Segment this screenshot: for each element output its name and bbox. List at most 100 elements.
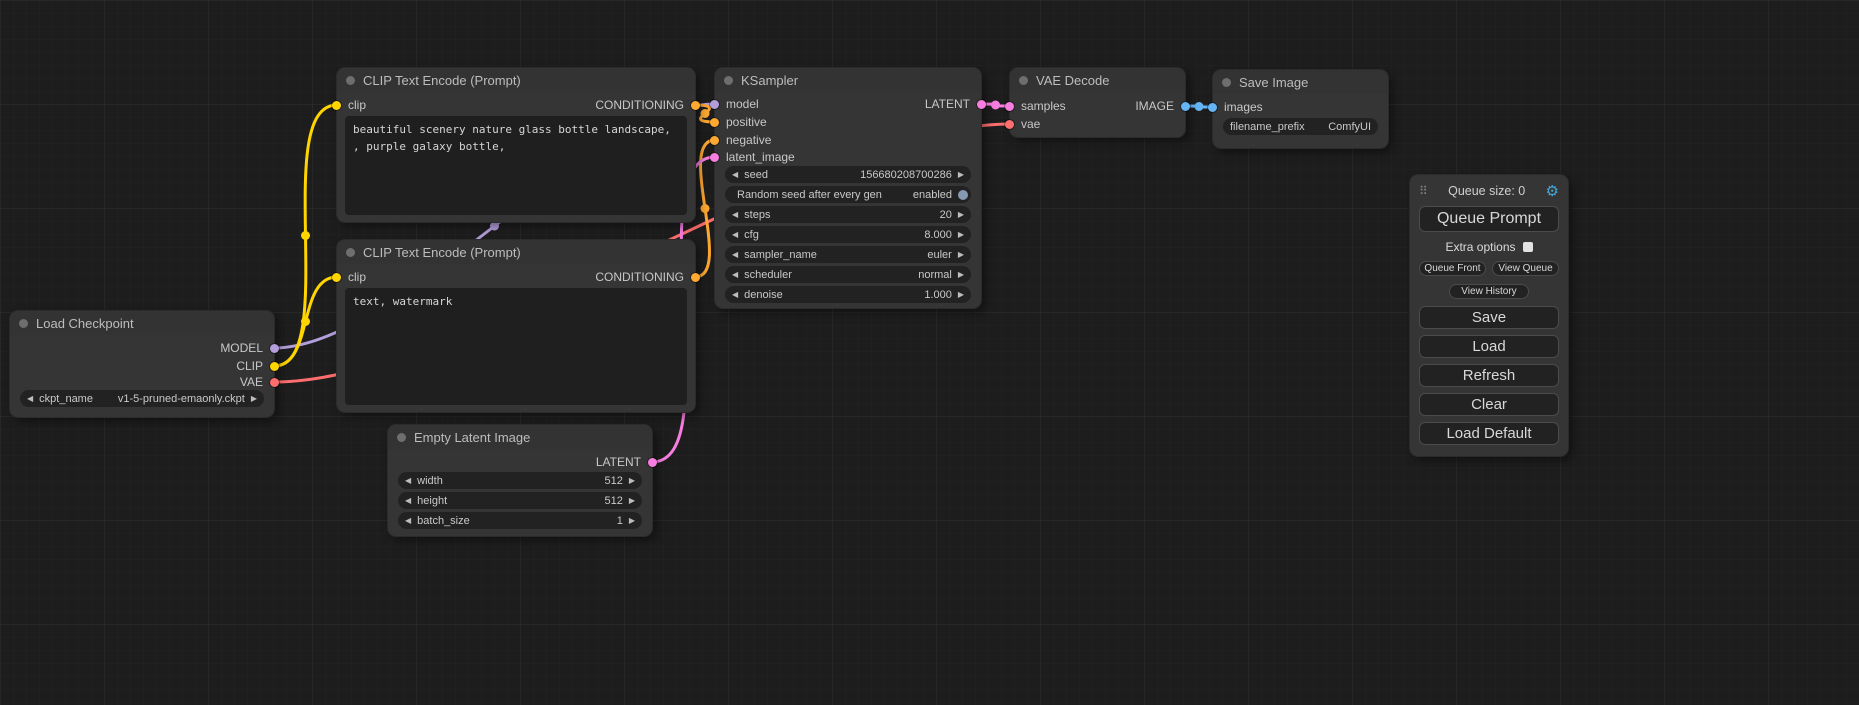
filename-prefix-widget[interactable]: filename_prefix ComfyUI (1223, 118, 1378, 135)
node-title-bar[interactable]: KSampler (715, 68, 981, 92)
prev-arrow-icon[interactable]: ◀ (27, 395, 33, 403)
slot-row: clip (332, 97, 366, 113)
increment-arrow-icon[interactable]: ▶ (958, 231, 964, 239)
steps-widget[interactable]: ◀ steps 20 ▶ (725, 206, 971, 223)
node-vae-decode[interactable]: VAE Decode samples vae IMAGE (1010, 68, 1185, 137)
collapse-dot[interactable] (724, 76, 733, 85)
model-input-slot[interactable] (710, 100, 719, 109)
node-empty-latent-image[interactable]: Empty Latent Image LATENT ◀ width 512 ▶ … (388, 425, 652, 536)
positive-prompt-textarea[interactable]: beautiful scenery nature glass bottle la… (345, 116, 687, 215)
output-label: LATENT (596, 455, 641, 469)
increment-arrow-icon[interactable]: ▶ (958, 291, 964, 299)
collapse-dot[interactable] (19, 319, 28, 328)
node-ksampler[interactable]: KSampler model positive negative latent_… (715, 68, 981, 308)
negative-prompt-textarea[interactable]: text, watermark (345, 288, 687, 405)
output-label: VAE (240, 375, 263, 389)
increment-arrow-icon[interactable]: ▶ (958, 171, 964, 179)
refresh-button[interactable]: Refresh (1419, 364, 1559, 387)
view-queue-button[interactable]: View Queue (1492, 261, 1559, 276)
collapse-dot[interactable] (346, 248, 355, 257)
decrement-arrow-icon[interactable]: ◀ (732, 171, 738, 179)
positive-input-slot[interactable] (710, 118, 719, 127)
increment-arrow-icon[interactable]: ▶ (958, 211, 964, 219)
clip-input-slot[interactable] (332, 273, 341, 282)
collapse-dot[interactable] (397, 433, 406, 442)
slot-row: clip (332, 269, 366, 285)
decrement-arrow-icon[interactable]: ◀ (732, 291, 738, 299)
node-title-bar[interactable]: Save Image (1213, 70, 1388, 94)
clip-output-slot[interactable] (270, 362, 279, 371)
image-output-slot[interactable] (1181, 102, 1190, 111)
clear-button[interactable]: Clear (1419, 393, 1559, 416)
clip-input-slot[interactable] (332, 101, 341, 110)
increment-arrow-icon[interactable]: ▶ (629, 477, 635, 485)
drag-handle-icon[interactable]: ⠿ (1419, 184, 1428, 198)
slot-row: CONDITIONING (595, 97, 700, 113)
increment-arrow-icon[interactable]: ▶ (629, 497, 635, 505)
vae-input-slot[interactable] (1005, 120, 1014, 129)
node-clip-text-encode-positive[interactable]: CLIP Text Encode (Prompt) clip CONDITION… (337, 68, 695, 222)
load-default-button[interactable]: Load Default (1419, 422, 1559, 445)
node-title-bar[interactable]: CLIP Text Encode (Prompt) (337, 68, 695, 92)
extra-options-checkbox[interactable] (1523, 242, 1533, 252)
cfg-widget[interactable]: ◀ cfg 8.000 ▶ (725, 226, 971, 243)
height-widget[interactable]: ◀ height 512 ▶ (398, 492, 642, 509)
seed-widget[interactable]: ◀ seed 156680208700286 ▶ (725, 166, 971, 183)
vae-output-slot[interactable] (270, 378, 279, 387)
queue-prompt-button[interactable]: Queue Prompt (1419, 206, 1559, 232)
input-label: samples (1021, 99, 1066, 113)
conditioning-output-slot[interactable] (691, 273, 700, 282)
node-title-bar[interactable]: CLIP Text Encode (Prompt) (337, 240, 695, 264)
widget-label: denoise (744, 289, 918, 301)
collapse-dot[interactable] (346, 76, 355, 85)
decrement-arrow-icon[interactable]: ◀ (732, 211, 738, 219)
batch-size-widget[interactable]: ◀ batch_size 1 ▶ (398, 512, 642, 529)
node-clip-text-encode-negative[interactable]: CLIP Text Encode (Prompt) clip CONDITION… (337, 240, 695, 412)
images-input-slot[interactable] (1208, 103, 1217, 112)
input-label: latent_image (726, 150, 795, 164)
node-load-checkpoint[interactable]: Load Checkpoint MODEL CLIP VAE ◀ ckpt_na… (10, 311, 274, 417)
latent-output-slot[interactable] (648, 458, 657, 467)
view-history-button[interactable]: View History (1449, 284, 1528, 299)
negative-input-slot[interactable] (710, 136, 719, 145)
decrement-arrow-icon[interactable]: ◀ (405, 497, 411, 505)
denoise-widget[interactable]: ◀ denoise 1.000 ▶ (725, 286, 971, 303)
next-arrow-icon[interactable]: ▶ (251, 395, 257, 403)
latent-output-slot[interactable] (977, 100, 986, 109)
decrement-arrow-icon[interactable]: ◀ (405, 517, 411, 525)
random-seed-toggle-dot[interactable] (958, 190, 968, 200)
scheduler-widget[interactable]: ◀ scheduler normal ▶ (725, 266, 971, 283)
settings-gear-icon[interactable]: ⚙ (1546, 182, 1559, 200)
prev-arrow-icon[interactable]: ◀ (732, 271, 738, 279)
width-widget[interactable]: ◀ width 512 ▶ (398, 472, 642, 489)
latent-image-input-slot[interactable] (710, 153, 719, 162)
prev-arrow-icon[interactable]: ◀ (732, 251, 738, 259)
slot-row: VAE (240, 374, 279, 390)
next-arrow-icon[interactable]: ▶ (958, 271, 964, 279)
widget-value: enabled (913, 189, 952, 201)
ckpt-name-widget[interactable]: ◀ ckpt_name v1-5-pruned-emaonly.ckpt ▶ (20, 390, 264, 407)
node-save-image[interactable]: Save Image images filename_prefix ComfyU… (1213, 70, 1388, 148)
decrement-arrow-icon[interactable]: ◀ (405, 477, 411, 485)
node-canvas[interactable]: Load Checkpoint MODEL CLIP VAE ◀ ckpt_na… (0, 0, 1859, 705)
collapse-dot[interactable] (1019, 76, 1028, 85)
random-seed-widget[interactable]: Random seed after every gen enabled (725, 186, 971, 203)
menu-panel: ⠿ Queue size: 0 ⚙ Queue Prompt Extra opt… (1410, 175, 1568, 456)
collapse-dot[interactable] (1222, 78, 1231, 87)
save-button[interactable]: Save (1419, 306, 1559, 329)
samples-input-slot[interactable] (1005, 102, 1014, 111)
load-button[interactable]: Load (1419, 335, 1559, 358)
widget-label: scheduler (744, 269, 912, 281)
increment-arrow-icon[interactable]: ▶ (629, 517, 635, 525)
conditioning-output-slot[interactable] (691, 101, 700, 110)
node-title-bar[interactable]: Empty Latent Image (388, 425, 652, 449)
sampler-name-widget[interactable]: ◀ sampler_name euler ▶ (725, 246, 971, 263)
widget-label: seed (744, 169, 854, 181)
model-output-slot[interactable] (270, 344, 279, 353)
queue-front-button[interactable]: Queue Front (1419, 261, 1486, 276)
node-title-bar[interactable]: VAE Decode (1010, 68, 1185, 92)
next-arrow-icon[interactable]: ▶ (958, 251, 964, 259)
node-title-bar[interactable]: Load Checkpoint (10, 311, 274, 335)
decrement-arrow-icon[interactable]: ◀ (732, 231, 738, 239)
view-history-row: View History (1419, 281, 1559, 299)
